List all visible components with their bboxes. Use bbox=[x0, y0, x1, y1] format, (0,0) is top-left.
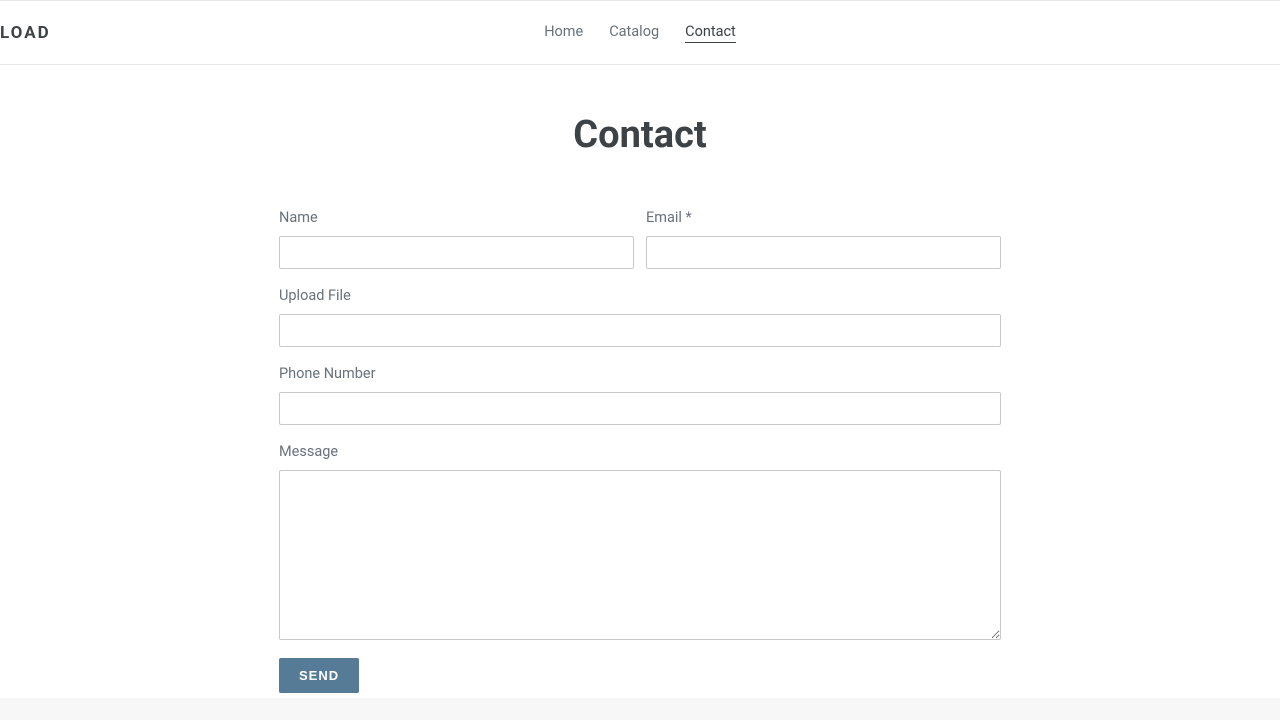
site-logo: LOAD bbox=[0, 23, 51, 43]
nav-home[interactable]: Home bbox=[544, 23, 583, 43]
upload-input[interactable] bbox=[279, 314, 1001, 347]
email-input[interactable] bbox=[646, 236, 1001, 269]
nav-contact[interactable]: Contact bbox=[685, 23, 736, 43]
main-nav: Home Catalog Contact bbox=[544, 23, 736, 43]
contact-form: Name Email * Upload File Phone Number Me… bbox=[279, 209, 1001, 693]
send-button[interactable]: SEND bbox=[279, 658, 359, 693]
phone-label: Phone Number bbox=[279, 365, 1001, 382]
upload-label: Upload File bbox=[279, 287, 1001, 304]
message-label: Message bbox=[279, 443, 1001, 460]
page-title: Contact bbox=[0, 113, 1280, 157]
footer-bar bbox=[0, 698, 1280, 720]
site-header: LOAD Home Catalog Contact bbox=[0, 1, 1280, 65]
email-label: Email * bbox=[646, 209, 1001, 226]
message-input[interactable] bbox=[279, 470, 1001, 640]
name-input[interactable] bbox=[279, 236, 634, 269]
phone-input[interactable] bbox=[279, 392, 1001, 425]
nav-catalog[interactable]: Catalog bbox=[609, 23, 659, 43]
name-label: Name bbox=[279, 209, 634, 226]
